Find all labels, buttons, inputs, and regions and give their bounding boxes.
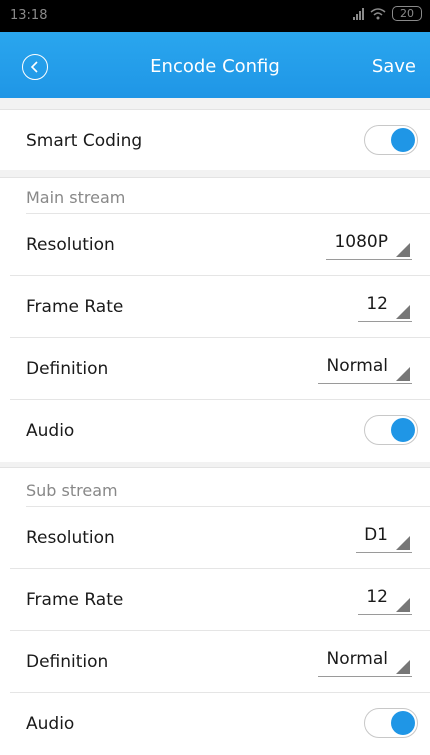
battery-icon: 20	[392, 6, 422, 21]
sub-audio-label: Audio	[26, 714, 75, 734]
chevron-left-icon	[30, 61, 38, 73]
sub-definition-select[interactable]: Normal	[318, 647, 412, 677]
smart-coding-label: Smart Coding	[26, 131, 143, 151]
smart-coding-row: Smart Coding	[0, 110, 430, 172]
sub-stream-label: Sub stream	[26, 481, 118, 500]
main-frame-rate-label: Frame Rate	[26, 297, 124, 317]
sub-resolution-row: Resolution D1	[10, 507, 430, 569]
dropdown-arrow-icon	[396, 536, 410, 550]
main-definition-select[interactable]: Normal	[318, 354, 412, 384]
smart-coding-toggle[interactable]	[364, 125, 418, 155]
main-frame-rate-row: Frame Rate 12	[10, 276, 430, 338]
toggle-knob	[391, 128, 415, 152]
main-stream-label: Main stream	[26, 188, 126, 207]
dropdown-arrow-icon	[396, 243, 410, 257]
dropdown-arrow-icon	[396, 305, 410, 319]
main-frame-rate-select[interactable]: 12	[358, 292, 412, 322]
sub-definition-label: Definition	[26, 652, 109, 672]
back-button[interactable]	[22, 54, 48, 80]
sub-frame-rate-row: Frame Rate 12	[10, 569, 430, 631]
main-resolution-row: Resolution 1080P	[10, 214, 430, 276]
section-gap	[0, 170, 430, 178]
wifi-icon	[370, 7, 386, 19]
signal-icon	[353, 7, 364, 20]
main-definition-row: Definition Normal	[10, 338, 430, 400]
section-gap	[0, 462, 430, 468]
dropdown-arrow-icon	[396, 598, 410, 612]
dropdown-arrow-icon	[396, 660, 410, 674]
sub-audio-toggle[interactable]	[364, 708, 418, 738]
status-bar: 13:18 20	[0, 0, 430, 32]
main-definition-label: Definition	[26, 359, 109, 379]
sub-resolution-label: Resolution	[26, 528, 115, 548]
toggle-knob	[391, 711, 415, 735]
status-time: 13:18	[10, 8, 48, 23]
dropdown-arrow-icon	[396, 367, 410, 381]
sub-frame-rate-select[interactable]: 12	[358, 585, 412, 615]
page-title: Encode Config	[150, 56, 280, 77]
section-gap	[0, 98, 430, 110]
status-icons: 20	[353, 6, 422, 21]
main-audio-label: Audio	[26, 421, 75, 441]
sub-audio-row: Audio	[10, 693, 430, 755]
save-button[interactable]: Save	[372, 56, 416, 77]
sub-definition-row: Definition Normal	[10, 631, 430, 693]
main-audio-row: Audio	[10, 400, 430, 462]
main-resolution-select[interactable]: 1080P	[326, 230, 412, 260]
toggle-knob	[391, 418, 415, 442]
sub-frame-rate-label: Frame Rate	[26, 590, 124, 610]
app-header: Encode Config Save	[0, 32, 430, 98]
main-audio-toggle[interactable]	[364, 415, 418, 445]
main-resolution-label: Resolution	[26, 235, 115, 255]
sub-resolution-select[interactable]: D1	[356, 523, 412, 553]
